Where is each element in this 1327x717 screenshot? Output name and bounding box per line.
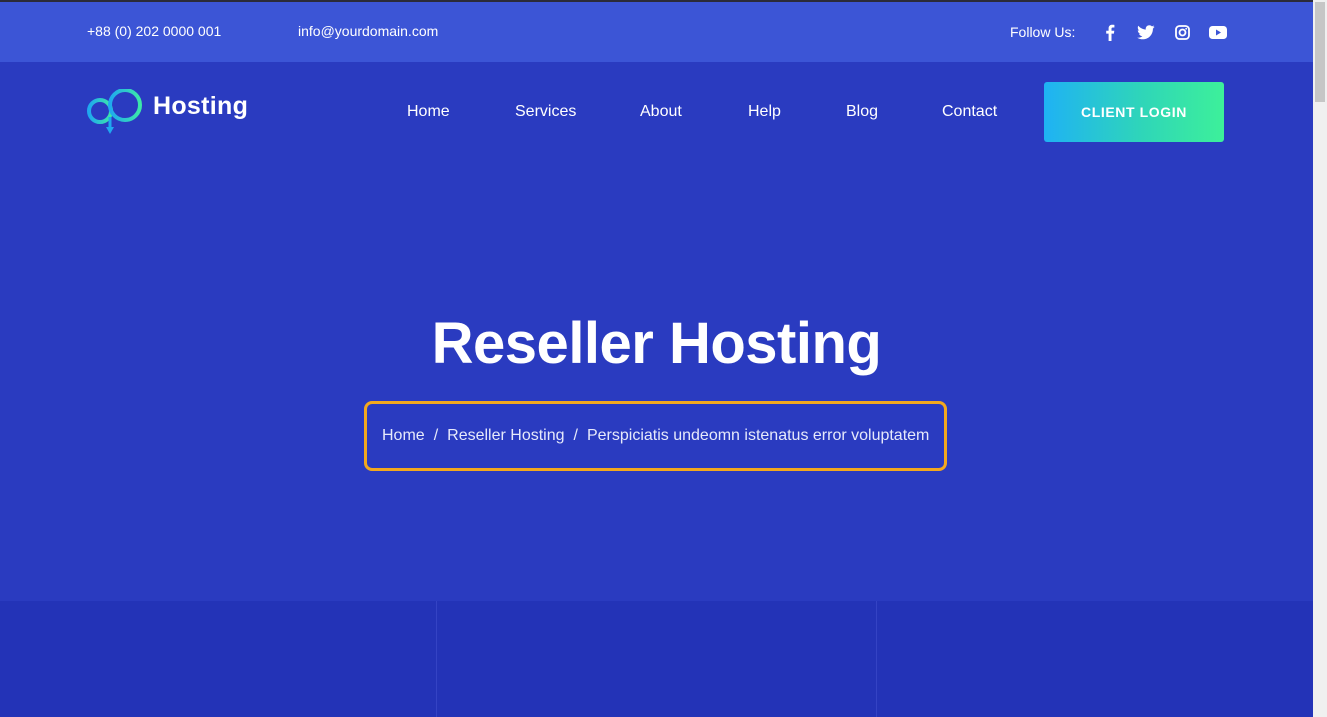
scrollbar-track[interactable] xyxy=(1313,0,1327,717)
breadcrumb-home[interactable]: Home xyxy=(382,427,425,445)
column-divider xyxy=(436,601,437,717)
logo[interactable] xyxy=(87,89,143,135)
client-login-button[interactable]: CLIENT LOGIN xyxy=(1044,82,1224,142)
nav-item-about[interactable]: About xyxy=(640,103,682,121)
follow-label: Follow Us: xyxy=(1010,24,1076,40)
nav-item-services[interactable]: Services xyxy=(515,103,576,121)
instagram-icon[interactable] xyxy=(1172,22,1192,42)
nav-item-contact[interactable]: Contact xyxy=(942,103,997,121)
breadcrumb-separator: / xyxy=(573,427,578,444)
nav-item-home[interactable]: Home xyxy=(407,103,450,121)
breadcrumb-separator: / xyxy=(433,427,439,444)
email-link[interactable]: info@yourdomain.com xyxy=(298,23,438,39)
breadcrumb: Home / Reseller Hosting / Perspiciatis u… xyxy=(382,427,929,445)
nav-item-blog[interactable]: Blog xyxy=(846,103,878,121)
facebook-icon[interactable] xyxy=(1100,22,1120,42)
phone-number: +88 (0) 202 0000 001 xyxy=(87,23,222,39)
twitter-icon[interactable] xyxy=(1136,22,1156,42)
youtube-icon[interactable] xyxy=(1208,22,1228,42)
logo-text[interactable]: Hosting xyxy=(153,92,248,121)
features-section xyxy=(0,601,1313,717)
logo-mark-icon xyxy=(87,89,142,134)
column-divider xyxy=(876,601,877,717)
breadcrumb-reseller-hosting[interactable]: Reseller Hosting xyxy=(447,427,564,445)
page-title: Reseller Hosting xyxy=(431,311,882,376)
breadcrumb-current: Perspiciatis undeomn istenatus error vol… xyxy=(586,427,930,444)
scrollbar-thumb[interactable] xyxy=(1315,2,1325,102)
nav-item-help[interactable]: Help xyxy=(748,103,781,121)
